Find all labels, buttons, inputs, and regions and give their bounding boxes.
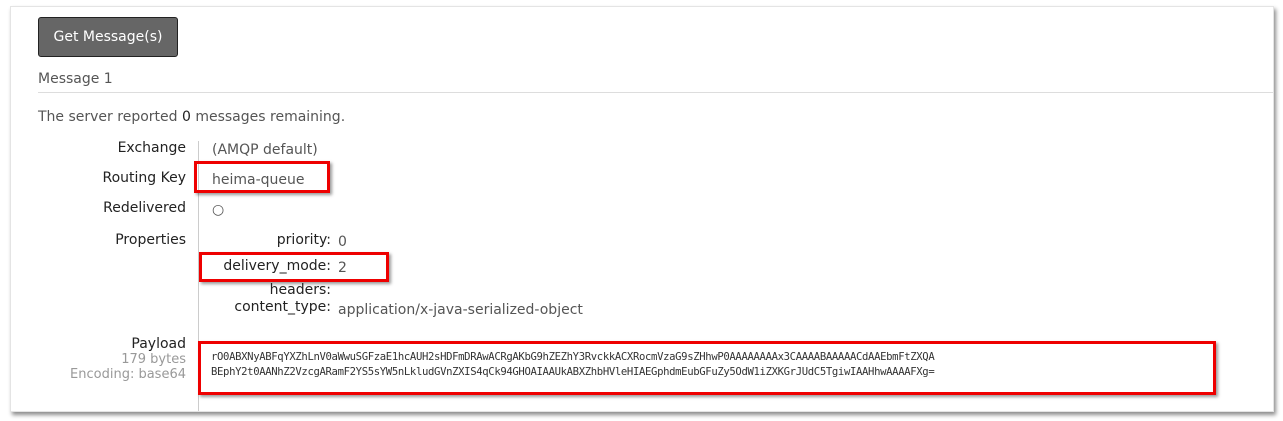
payload-encoding: Encoding: base64 [70,367,186,382]
payload-highlight [198,341,1216,395]
exchange-label: Exchange [117,140,186,156]
property-key: headers: [269,282,331,298]
delivery-mode-highlight [199,252,389,282]
remaining-status: The server reported 0 messages remaining… [38,109,345,125]
routing-key-label: Routing Key [102,170,186,186]
divider [38,92,1273,93]
property-value: 0 [338,234,347,250]
exchange-value: (AMQP default) [212,142,318,158]
routing-key-highlight [194,161,330,193]
properties-label: Properties [115,232,186,248]
remaining-prefix: The server reported [38,109,182,125]
payload-size: 179 bytes [121,352,186,367]
property-value: application/x-java-serialized-object [338,302,583,318]
message-panel: Get Message(s) Message 1 The server repo… [10,6,1274,412]
property-key: content_type: [234,299,331,315]
property-key: priority: [276,232,331,248]
redelivered-value: ○ [212,202,225,218]
remaining-suffix: messages remaining. [190,109,346,125]
get-messages-button[interactable]: Get Message(s) [38,17,178,57]
redelivered-label: Redelivered [103,200,186,216]
payload-label: Payload [131,336,186,352]
message-title: Message 1 [38,71,113,87]
remaining-count: 0 [181,109,191,125]
